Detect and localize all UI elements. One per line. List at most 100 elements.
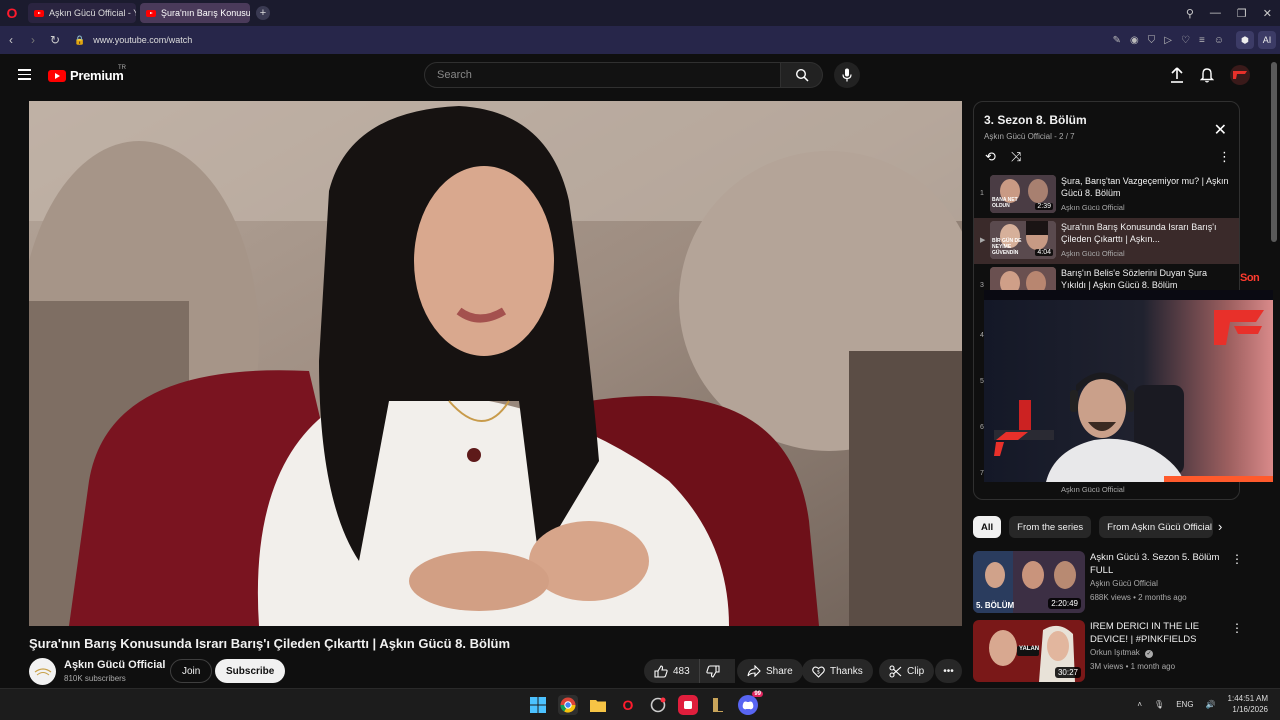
thumbnail-caption: BANA NET OLDUN xyxy=(992,197,1018,209)
close-window-button[interactable]: ✕ xyxy=(1263,7,1272,20)
tray-chevron-icon[interactable]: ˄ xyxy=(1137,700,1142,709)
gx-logo-icon xyxy=(650,697,666,713)
profile-icon[interactable]: ☺ xyxy=(1214,35,1224,46)
address-bar-extensions: ⬢ AI xyxy=(1236,31,1276,49)
chip-all[interactable]: All xyxy=(973,516,1002,538)
thumbs-up-icon xyxy=(654,664,668,678)
forward-button[interactable]: › xyxy=(22,33,44,47)
related-filter-chips: All From the series From Aşkın Gücü Offi… xyxy=(973,516,1214,538)
playlist-item-channel: Aşkın Gücü Official xyxy=(1061,203,1125,212)
playlist-channel[interactable]: Aşkın Gücü Official xyxy=(984,132,1052,141)
notifications-bell-icon[interactable] xyxy=(1200,67,1214,83)
chrome-icon[interactable] xyxy=(558,695,578,715)
discord-badge: 99 xyxy=(752,691,763,697)
channel-logo-icon xyxy=(34,667,51,675)
thanks-button[interactable]: $ Thanks xyxy=(802,659,873,683)
search-button[interactable] xyxy=(781,62,823,88)
voice-search-button[interactable] xyxy=(834,62,860,88)
playlist-title[interactable]: 3. Sezon 8. Bölüm xyxy=(984,113,1087,127)
account-avatar[interactable] xyxy=(1230,65,1250,85)
menu-list-icon[interactable]: ≡ xyxy=(1199,35,1205,46)
youtube-favicon-icon xyxy=(34,9,44,17)
youtube-logo[interactable]: Premium xyxy=(48,68,124,83)
webcam-overlay xyxy=(984,290,1273,482)
channel-name[interactable]: Aşkın Gücü Official xyxy=(64,659,165,671)
play-icon[interactable]: ▷ xyxy=(1164,35,1172,46)
video-owner-row: Aşkın Gücü Official 810K subscribers Joi… xyxy=(29,658,962,686)
discord-icon[interactable]: 99 xyxy=(738,691,763,715)
red-app-icon[interactable] xyxy=(678,695,698,715)
windows-start-icon[interactable] xyxy=(528,695,548,715)
file-explorer-icon[interactable] xyxy=(588,695,608,715)
playlist-item-title: Şura'nın Barış Konusunda Israrı Barış'ı … xyxy=(1061,222,1217,244)
recommended-video[interactable]: 5. BÖLÜM 2:20:49 Aşkın Gücü 3. Sezon 5. … xyxy=(973,551,1253,613)
league-client-icon[interactable] xyxy=(708,695,728,715)
playlist-item[interactable]: 1 BANA NET OLDUN 2:39 Şura, Barış'tan Va… xyxy=(974,172,1239,218)
video-player[interactable] xyxy=(29,101,962,626)
recommended-channel-name: Orkun Işıtmak xyxy=(1090,648,1140,657)
upload-icon[interactable] xyxy=(1170,67,1184,83)
clock[interactable]: 1:44:51 AM 1/16/2026 xyxy=(1228,693,1268,715)
heart-icon[interactable]: ♡ xyxy=(1181,35,1190,46)
playlist-meta: Aşkın Gücü Official - 2 / 7 xyxy=(984,132,1075,141)
thumbs-down-icon xyxy=(706,664,720,678)
close-playlist-icon[interactable]: ✕ xyxy=(1214,120,1227,140)
search-input[interactable]: Search xyxy=(424,62,781,88)
address-bar-tools: ✎ ◉ ⛉ ▷ ♡ ≡ ☺ xyxy=(1113,26,1224,54)
logo-text: Premium xyxy=(70,68,124,83)
edit-icon[interactable]: ✎ xyxy=(1113,35,1121,46)
playlist-item-title: Şura, Barış'tan Vazgeçemiyor mu? | Aşkın… xyxy=(1061,176,1229,198)
microphone-icon xyxy=(842,68,852,82)
recommended-channel[interactable]: Aşkın Gücü Official xyxy=(1090,579,1158,588)
recommended-more-icon[interactable]: ⋮ xyxy=(1231,552,1243,566)
channel-avatar[interactable] xyxy=(29,658,56,685)
playlist-item-thumbnail: BANA NET OLDUN 2:39 xyxy=(990,175,1056,213)
more-horizontal-icon: ••• xyxy=(943,665,954,677)
minimize-button[interactable]: — xyxy=(1210,7,1221,19)
browser-tab-channel[interactable]: Aşkın Gücü Official - YouTube xyxy=(28,3,136,23)
reload-button[interactable]: ↻ xyxy=(44,33,66,47)
like-count: 483 xyxy=(673,665,690,677)
maximize-button[interactable]: ❐ xyxy=(1237,7,1247,20)
browser-tab-video[interactable]: Şura'nın Barış Konusunda xyxy=(140,3,250,23)
microphone-tray-icon[interactable]: 🎙 xyxy=(1154,700,1164,709)
playlist-item-current[interactable]: ▶ BİR GÜN DE NEYİME GÜVENDİN 4:04 Şura'n… xyxy=(974,218,1239,264)
chips-next-arrow-icon[interactable]: › xyxy=(1218,519,1222,534)
menu-icon[interactable] xyxy=(18,69,31,80)
join-button[interactable]: Join xyxy=(170,659,213,683)
share-button[interactable]: Share xyxy=(737,659,803,683)
page-scrollbar[interactable] xyxy=(1271,62,1277,242)
ai-button[interactable]: AI xyxy=(1258,31,1276,49)
loop-icon[interactable]: ⟲ xyxy=(985,149,996,165)
extension-cube-icon[interactable]: ⬢ xyxy=(1236,31,1254,49)
more-actions-button[interactable]: ••• xyxy=(935,659,962,683)
shield-icon[interactable]: ⛉ xyxy=(1148,35,1156,46)
thanks-label: Thanks xyxy=(830,665,863,677)
chip-from-the-series[interactable]: From the series xyxy=(1009,516,1092,538)
recommended-more-icon[interactable]: ⋮ xyxy=(1231,621,1243,635)
windows-logo-icon xyxy=(530,697,546,713)
speaker-icon[interactable]: 🔊 xyxy=(1206,700,1216,709)
recommended-channel[interactable]: Orkun Işıtmak ✓ xyxy=(1090,648,1154,658)
shuffle-icon[interactable]: ⤨ xyxy=(1011,149,1021,165)
opera-gx-icon[interactable] xyxy=(648,695,668,715)
recommended-title: IREM DERICI IN THE LIE DEVICE! | #PINKFI… xyxy=(1090,621,1200,645)
camera-icon[interactable]: ◉ xyxy=(1130,35,1139,46)
opera-logo-icon[interactable]: O xyxy=(0,0,24,26)
subscribe-button[interactable]: Subscribe xyxy=(215,659,286,683)
opera-taskbar-icon[interactable]: O xyxy=(618,695,638,715)
clip-button[interactable]: Clip xyxy=(879,659,935,683)
recommended-video[interactable]: YALAN 30:27 IREM DERICI IN THE LIE DEVIC… xyxy=(973,620,1253,682)
playlist-more-icon[interactable]: ⋮ xyxy=(1218,149,1231,165)
dislike-button[interactable] xyxy=(699,659,729,683)
clock-date: 1/16/2026 xyxy=(1232,705,1268,714)
system-tray: ˄ 🎙 ENG 🔊 1:44:51 AM 1/16/2026 xyxy=(1137,693,1268,715)
account-logo-icon xyxy=(1233,71,1247,79)
back-button[interactable]: ‹ xyxy=(0,33,22,47)
recommended-duration: 30:27 xyxy=(1054,667,1081,678)
chip-from-channel[interactable]: From Aşkın Gücü Official xyxy=(1099,516,1214,538)
new-tab-button[interactable]: + xyxy=(256,6,270,20)
language-indicator[interactable]: ENG xyxy=(1176,700,1193,709)
url-field[interactable]: 🔒 www.youtube.com/watch xyxy=(74,35,192,46)
search-tabs-icon[interactable]: ⚲ xyxy=(1186,7,1194,20)
